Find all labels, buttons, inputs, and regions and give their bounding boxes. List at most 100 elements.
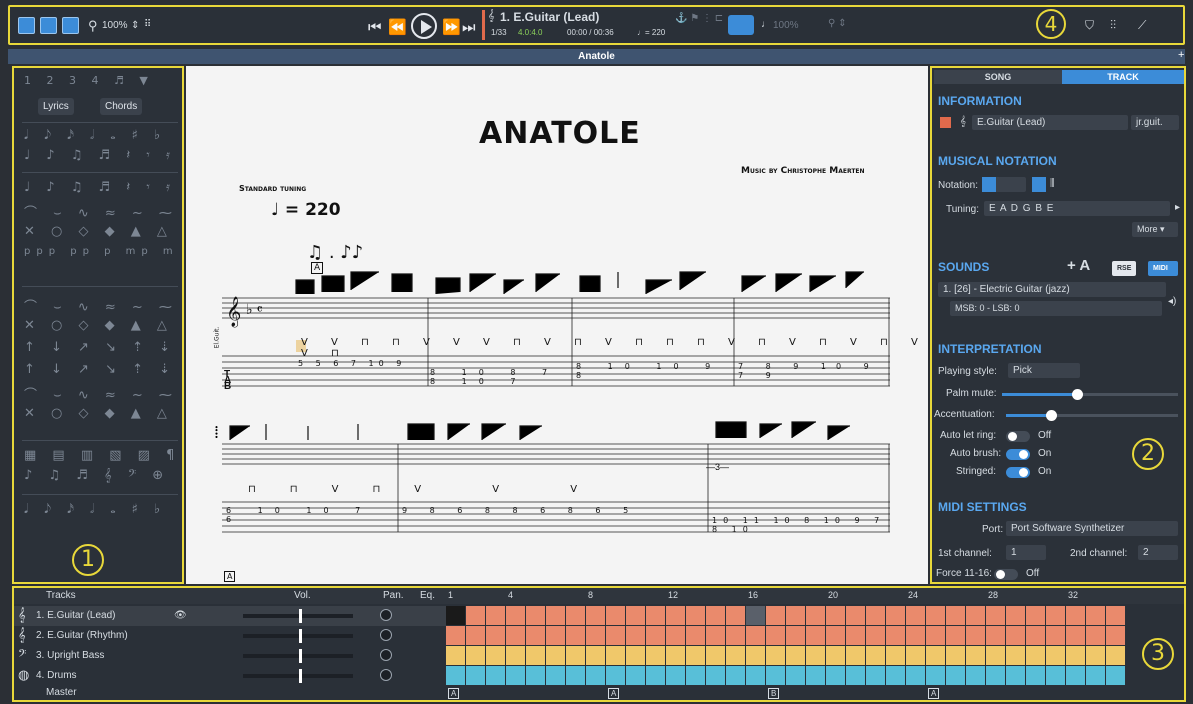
track-bar-cell[interactable]	[826, 666, 845, 685]
layout-panel-right-button[interactable]	[62, 17, 79, 34]
voice-selector[interactable]: 1 2 3 4 ♬ ▼	[24, 74, 174, 87]
track-bar-cell[interactable]	[1066, 666, 1085, 685]
track-bar-cell[interactable]	[1026, 666, 1045, 685]
go-first-icon[interactable]: ⏮	[368, 18, 382, 36]
track-bar-cell[interactable]	[1066, 626, 1085, 645]
auto-let-ring-toggle[interactable]	[1006, 431, 1030, 442]
rewind-icon[interactable]: ⏪	[388, 18, 407, 36]
track-bar-cell[interactable]	[906, 626, 925, 645]
track-bar-cell[interactable]	[626, 666, 645, 685]
track-bar-cell[interactable]	[626, 626, 645, 645]
track-bar-cell[interactable]	[906, 666, 925, 685]
rse-button[interactable]: RSE	[1112, 261, 1136, 276]
stroke-icons[interactable]: ↑ ↓ ↗ ↘ ⇡ ⇣ ⇢	[24, 362, 174, 377]
track-bar-cell[interactable]	[766, 666, 785, 685]
playing-style-select[interactable]: Pick	[1008, 363, 1080, 378]
zoom-chevron-icon[interactable]: ⇕	[131, 20, 139, 31]
page-layout-icon[interactable]: ⠿	[144, 19, 151, 30]
tab-notation-button[interactable]	[1032, 177, 1046, 192]
fast-forward-icon[interactable]: ⏩	[442, 18, 461, 36]
stringed-toggle[interactable]	[1006, 467, 1030, 478]
track-bar-cell[interactable]	[606, 646, 625, 665]
bar-icons[interactable]: ▦ ▤ ▥ ▧ ▨ ¶	[24, 448, 174, 463]
track-bar-cell[interactable]	[1106, 646, 1125, 665]
more-button[interactable]: More ▾	[1132, 222, 1178, 237]
track-bar-cell[interactable]	[466, 606, 485, 625]
pan-knob[interactable]	[380, 609, 392, 621]
effect-icons[interactable]: ⌒ ⌣ ∿ ≈ ~ ⁓	[24, 296, 174, 315]
slash-notation-icon[interactable]: ⫼	[1050, 178, 1055, 189]
rest-icons[interactable]: ♩ ♪ ♫ ♬ 𝄽 𝄾 𝄿	[24, 148, 174, 163]
tab-song[interactable]: SONG	[934, 70, 1062, 84]
track-color-swatch[interactable]	[940, 117, 951, 128]
track-bar-cell[interactable]	[726, 646, 745, 665]
track-bar-cell[interactable]	[606, 626, 625, 645]
loop-button[interactable]	[728, 15, 754, 35]
track-bar-cell[interactable]	[1006, 606, 1025, 625]
track-bar-cell[interactable]	[766, 646, 785, 665]
add-sound-icon[interactable]: + A	[1067, 257, 1090, 274]
track-bar-cell[interactable]	[746, 606, 765, 625]
track-bar-cell[interactable]	[546, 626, 565, 645]
track-bar-cell[interactable]	[1086, 606, 1105, 625]
track-bar-cell[interactable]	[726, 626, 745, 645]
section-marker-flag[interactable]: B	[768, 688, 780, 699]
track-bar-cell[interactable]	[806, 626, 825, 645]
track-bar-cell[interactable]	[646, 646, 665, 665]
pan-knob[interactable]	[380, 629, 392, 641]
track-bar-cell[interactable]	[966, 626, 985, 645]
track-bar-cell[interactable]	[546, 606, 565, 625]
metronome-icon[interactable]: ⚓ ⚑ ⋮ ⊏	[675, 13, 723, 24]
sound-select[interactable]: 1. [26] - Electric Guitar (jazz)	[938, 282, 1166, 297]
track-bar-cell[interactable]	[506, 646, 525, 665]
first-channel-select[interactable]: 1	[1006, 545, 1046, 560]
track-bar-cell[interactable]	[446, 606, 465, 625]
track-bar-cell[interactable]	[826, 626, 845, 645]
score-view[interactable]: ANATOLE Music by Christophe Maerten Stan…	[186, 66, 928, 584]
force-toggle[interactable]	[994, 569, 1018, 580]
articulation-icons[interactable]: ⌒ ⌣ ∿ ≈ ~ ⁓	[24, 384, 174, 403]
track-bar-cell[interactable]	[866, 666, 885, 685]
volume-slider[interactable]	[243, 609, 353, 623]
track-bar-cell[interactable]	[446, 666, 465, 685]
track-bar-cell[interactable]	[666, 626, 685, 645]
layout-panel-bottom-button[interactable]	[40, 17, 57, 34]
track-bar-cell[interactable]	[886, 606, 905, 625]
track-bar-cell[interactable]	[526, 666, 545, 685]
tie-icons[interactable]: ⌒ ⌣ ∿ ≈ ~ ⁓	[24, 202, 174, 221]
track-bar-cell[interactable]	[1106, 626, 1125, 645]
bank-select[interactable]: MSB: 0 - LSB: 0	[950, 301, 1162, 316]
harmonics-icons[interactable]: ✕ ○ ◇ ◆ ▲ △ ▽	[24, 406, 174, 421]
track-bar-cell[interactable]	[486, 666, 505, 685]
dynamics-icons[interactable]: ppp pp p mp mf f ff	[24, 246, 174, 257]
track-bar-cell[interactable]	[926, 606, 945, 625]
track-bar-cell[interactable]	[846, 606, 865, 625]
track-bar-cell[interactable]	[866, 646, 885, 665]
track-bar-cell[interactable]	[886, 646, 905, 665]
track-short-name-field[interactable]: jr.guit.	[1131, 115, 1179, 130]
track-bar-cell[interactable]	[746, 666, 765, 685]
track-bar-cell[interactable]	[606, 666, 625, 685]
track-bar-cell[interactable]	[626, 606, 645, 625]
track-bar-cell[interactable]	[1106, 606, 1125, 625]
track-bar-cell[interactable]	[926, 646, 945, 665]
track-bar-cell[interactable]	[806, 606, 825, 625]
track-bar-cell[interactable]	[646, 626, 665, 645]
track-bar-cell[interactable]	[966, 646, 985, 665]
track-bar-cell[interactable]	[1046, 666, 1065, 685]
track-bar-cell[interactable]	[826, 606, 845, 625]
track-bar-cell[interactable]	[646, 666, 665, 685]
track-bar-cell[interactable]	[566, 626, 585, 645]
track-bar-cell[interactable]	[1086, 666, 1105, 685]
track-bar-cell[interactable]	[966, 606, 985, 625]
zoom-select[interactable]: 100%	[102, 20, 128, 31]
volume-slider[interactable]	[243, 649, 353, 663]
track-bar-cell[interactable]	[626, 646, 645, 665]
go-last-icon[interactable]: ⏭	[462, 18, 476, 36]
track-bar-cell[interactable]	[926, 626, 945, 645]
tuning-field[interactable]: E A D G B E	[984, 201, 1170, 216]
track-bar-cell[interactable]	[446, 646, 465, 665]
track-bar-cell[interactable]	[1026, 606, 1045, 625]
dead-note-icons[interactable]: ✕ ○ ◇ ◆ ▲ △ ▽	[24, 318, 174, 333]
chords-button[interactable]: Chords	[100, 98, 143, 115]
